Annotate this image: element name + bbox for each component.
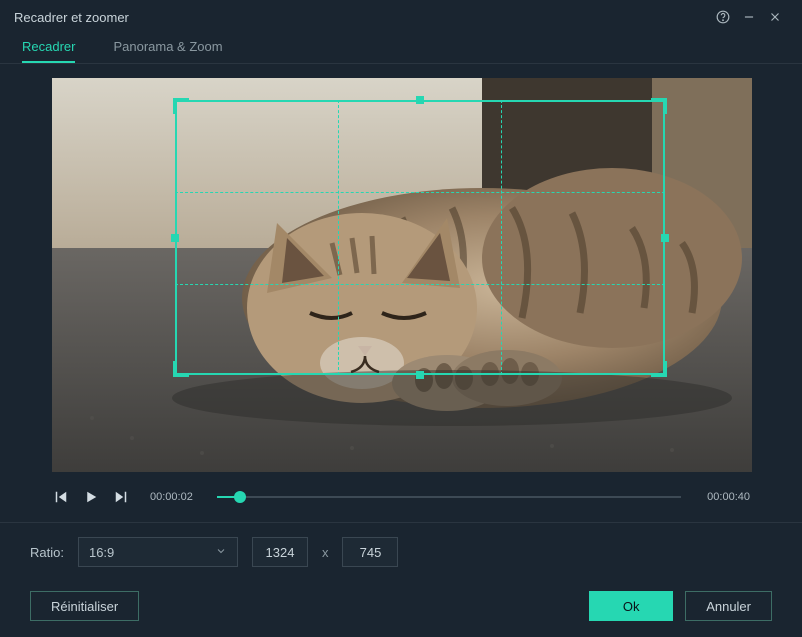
tab-recadrer[interactable]: Recadrer [22, 39, 75, 63]
ratio-label: Ratio: [30, 545, 64, 560]
height-input[interactable]: 745 [342, 537, 398, 567]
window-title: Recadrer et zoomer [14, 10, 129, 25]
tab-bar: Recadrer Panorama & Zoom [0, 34, 802, 64]
next-frame-button[interactable] [112, 488, 130, 506]
ratio-row: Ratio: 16:9 1324 x 745 [0, 523, 802, 581]
crop-rectangle[interactable] [175, 100, 665, 376]
minimize-icon [742, 10, 756, 24]
close-button[interactable] [762, 4, 788, 30]
play-icon [82, 488, 100, 506]
width-input[interactable]: 1324 [252, 537, 308, 567]
crop-handle-right[interactable] [661, 234, 669, 242]
crop-handle-tr[interactable] [651, 98, 667, 114]
ok-button[interactable]: Ok [589, 591, 673, 621]
footer: Réinitialiser Ok Annuler [0, 581, 802, 637]
total-time: 00:00:40 [707, 491, 750, 503]
minimize-button[interactable] [736, 4, 762, 30]
cancel-button[interactable]: Annuler [685, 591, 772, 621]
current-time: 00:00:02 [150, 491, 193, 503]
help-icon [716, 10, 730, 24]
ratio-select[interactable]: 16:9 [78, 537, 238, 567]
preview-viewport[interactable] [52, 78, 752, 472]
ratio-value: 16:9 [89, 545, 114, 560]
dimension-separator: x [322, 545, 329, 560]
crop-handle-br[interactable] [651, 361, 667, 377]
seek-thumb[interactable] [234, 491, 246, 503]
tab-panorama-zoom[interactable]: Panorama & Zoom [113, 39, 222, 63]
chevron-down-icon [215, 545, 227, 560]
crop-handle-bl[interactable] [173, 361, 189, 377]
crop-handle-left[interactable] [171, 234, 179, 242]
next-frame-icon [112, 488, 130, 506]
playback-bar: 00:00:02 00:00:40 [0, 472, 802, 512]
close-icon [768, 10, 782, 24]
help-button[interactable] [710, 4, 736, 30]
crop-handle-tl[interactable] [173, 98, 189, 114]
crop-handle-top[interactable] [416, 96, 424, 104]
crop-handle-bottom[interactable] [416, 371, 424, 379]
reset-button[interactable]: Réinitialiser [30, 591, 139, 621]
titlebar: Recadrer et zoomer [0, 0, 802, 34]
prev-frame-button[interactable] [52, 488, 70, 506]
seek-slider[interactable] [217, 489, 681, 505]
play-button[interactable] [82, 488, 100, 506]
prev-frame-icon [52, 488, 70, 506]
